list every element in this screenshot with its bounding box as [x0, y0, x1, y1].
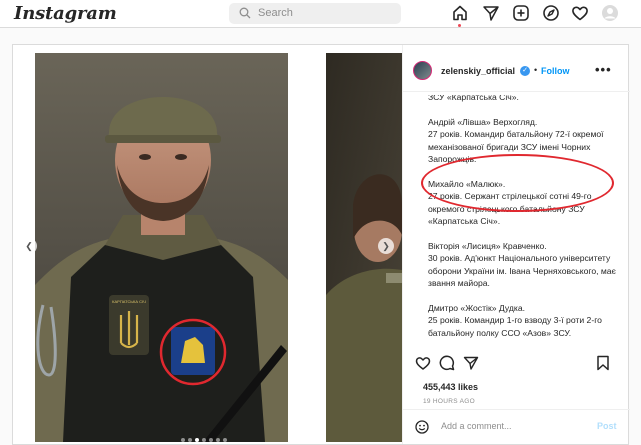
- caption-paragraph: Вікторія «Лисиця» Кравченко. 30 років. А…: [428, 240, 616, 289]
- caption-paragraph: Дмитро «Жостік» Дудка. 25 років. Команди…: [428, 302, 602, 338]
- post-header: zelenskiy_official ✓ • Follow •••: [403, 45, 630, 92]
- caption-paragraph: ЗСУ «Карпатська Січ».: [428, 95, 519, 102]
- more-options-icon[interactable]: •••: [595, 62, 612, 77]
- like-heart-icon[interactable]: [415, 355, 431, 371]
- home-icon[interactable]: [451, 4, 469, 22]
- carousel-dot-active: [195, 438, 199, 442]
- carousel-prev-button[interactable]: ❮: [21, 238, 37, 254]
- carousel-dot: [216, 438, 220, 442]
- post-sidebar: zelenskiy_official ✓ • Follow ••• ЗСУ «К…: [402, 45, 630, 444]
- post-comment-button[interactable]: Post: [597, 421, 617, 431]
- chevron-down-icon[interactable]: ⌄: [86, 9, 94, 20]
- top-navigation-bar: Instagram ⌄ Search: [0, 0, 641, 28]
- verified-badge-icon: ✓: [520, 66, 530, 76]
- author-username[interactable]: zelenskiy_official: [441, 66, 515, 76]
- carousel-dot: [188, 438, 192, 442]
- post-card: КАРПАТСЬКА СІЧ ❮ ❯ zelenskiy_official ✓ …: [12, 44, 630, 445]
- carousel-dot: [209, 438, 213, 442]
- like-count[interactable]: 455,443 likes: [423, 382, 478, 392]
- activity-heart-icon[interactable]: [571, 4, 589, 22]
- home-active-dot: [458, 24, 461, 27]
- profile-avatar[interactable]: [601, 4, 619, 22]
- comment-icon[interactable]: [439, 355, 455, 371]
- author-avatar[interactable]: [413, 61, 432, 80]
- search-placeholder: Search: [258, 7, 293, 19]
- search-icon: [239, 7, 251, 19]
- share-icon[interactable]: [463, 355, 479, 371]
- direct-icon[interactable]: [482, 4, 500, 22]
- search-input[interactable]: Search: [229, 3, 401, 24]
- post-media-carousel[interactable]: КАРПАТСЬКА СІЧ ❮ ❯: [13, 45, 402, 444]
- follow-button[interactable]: Follow: [541, 66, 570, 76]
- instagram-logo[interactable]: Instagram: [14, 3, 117, 24]
- explore-icon[interactable]: [542, 4, 560, 22]
- comment-composer: Add a comment... Post: [403, 409, 630, 444]
- separator-dot: •: [534, 65, 538, 75]
- emoji-icon[interactable]: [415, 420, 429, 434]
- post-timestamp[interactable]: 19 HOURS AGO: [423, 398, 475, 405]
- post-caption: ЗСУ «Карпатська Січ». Андрій «Лівша» Вер…: [428, 95, 623, 385]
- new-post-icon[interactable]: [512, 4, 530, 22]
- post-photo: КАРПАТСЬКА СІЧ: [35, 53, 402, 442]
- patch-text: КАРПАТСЬКА СІЧ: [112, 299, 146, 304]
- carousel-dot: [202, 438, 206, 442]
- annotation-oval: [421, 154, 614, 212]
- save-bookmark-icon[interactable]: [595, 355, 611, 371]
- carousel-indicator: [181, 429, 241, 442]
- carousel-dot: [181, 438, 185, 442]
- carousel-next-button[interactable]: ❯: [378, 238, 394, 254]
- post-actions: [403, 347, 630, 375]
- carousel-dot: [223, 438, 227, 442]
- comment-input[interactable]: Add a comment...: [441, 421, 512, 431]
